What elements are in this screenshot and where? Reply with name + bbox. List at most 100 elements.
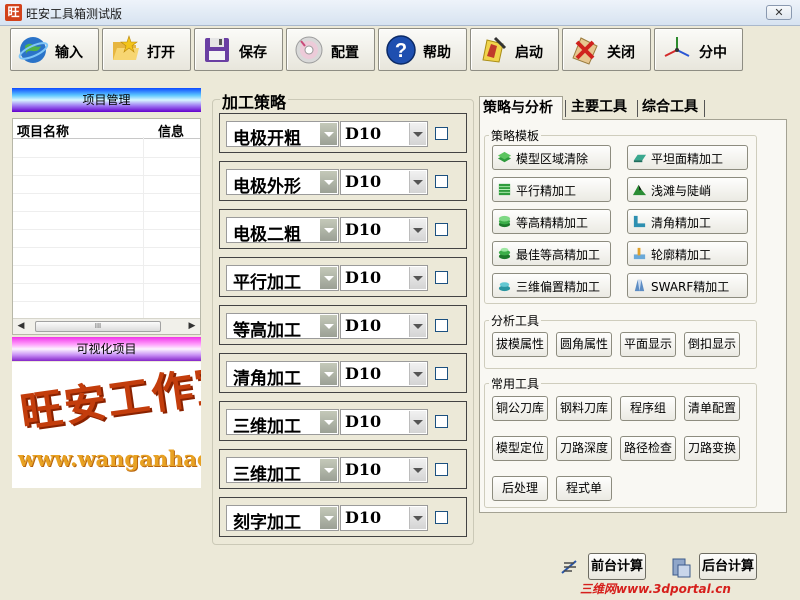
stop-button[interactable]: 关闭 xyxy=(562,28,651,71)
chevron-down-icon[interactable] xyxy=(409,267,426,289)
model-locate-button[interactable]: 模型定位 xyxy=(492,436,548,461)
scroll-left-icon[interactable]: ◀ xyxy=(14,320,28,333)
title-bar: 旺 旺安工具箱测试版 ✕ xyxy=(0,0,800,26)
config-button[interactable]: 配置 xyxy=(286,28,375,71)
tab-strategy-analysis[interactable]: 策略与分析 xyxy=(479,96,563,120)
copper-tool-library-button[interactable]: 铜公刀库 xyxy=(492,396,548,421)
save-button[interactable]: 保存 xyxy=(194,28,283,71)
chevron-down-icon[interactable] xyxy=(409,507,426,529)
template-offset-3d-button[interactable]: 三维偏置精加工 xyxy=(492,273,611,298)
chevron-down-icon[interactable] xyxy=(409,219,426,241)
operation-select[interactable]: 电极外形 xyxy=(226,169,339,197)
chevron-down-icon[interactable] xyxy=(320,507,337,529)
foreground-calc-button[interactable]: 前台计算 xyxy=(588,553,646,580)
template-corner-finish-button[interactable]: 清角精加工 xyxy=(627,209,748,234)
chevron-down-icon[interactable] xyxy=(409,411,426,433)
foreground-calc-icon xyxy=(561,560,577,574)
operation-select[interactable]: 三维加工 xyxy=(226,409,339,437)
center-button[interactable]: 分中 xyxy=(654,28,743,71)
program-sheet-button[interactable]: 程式单 xyxy=(556,476,612,501)
chevron-down-icon[interactable] xyxy=(320,459,337,481)
tool-select[interactable]: D10 xyxy=(340,457,428,483)
program-group-button[interactable]: 程序组 xyxy=(620,396,676,421)
steel-tool-library-button[interactable]: 钢料刀库 xyxy=(556,396,612,421)
scroll-right-icon[interactable]: ▶ xyxy=(185,320,199,333)
chevron-down-icon[interactable] xyxy=(409,459,426,481)
template-optimized-contour-button[interactable]: 最佳等高精加工 xyxy=(492,241,611,266)
background-calc-button[interactable]: 后台计算 xyxy=(699,553,757,580)
scroll-thumb[interactable]: III xyxy=(35,321,161,332)
fillet-property-button[interactable]: 圆角属性 xyxy=(556,332,612,357)
post-process-button[interactable]: 后处理 xyxy=(492,476,548,501)
toolpath-depth-button[interactable]: 刀路深度 xyxy=(556,436,612,461)
window-close-button[interactable]: ✕ xyxy=(766,5,792,20)
list-config-button[interactable]: 清单配置 xyxy=(684,396,740,421)
tool-select[interactable]: D10 xyxy=(340,169,428,195)
open-button[interactable]: 打开 xyxy=(102,28,191,71)
enable-checkbox[interactable] xyxy=(435,271,448,284)
operation-select[interactable]: 电极二粗 xyxy=(226,217,339,245)
path-check-button[interactable]: 路径检查 xyxy=(620,436,676,461)
plane-display-button[interactable]: 平面显示 xyxy=(620,332,676,357)
template-contour-finish-button[interactable]: 等高精精加工 xyxy=(492,209,611,234)
chevron-down-icon[interactable] xyxy=(320,411,337,433)
enable-checkbox[interactable] xyxy=(435,511,448,524)
operation-select[interactable]: 电极开粗 xyxy=(226,121,339,149)
horizontal-scrollbar[interactable]: ◀ III ▶ xyxy=(13,318,200,334)
operation-select[interactable]: 清角加工 xyxy=(226,361,339,389)
template-swarf-finish-button[interactable]: SWARF精加工 xyxy=(627,273,748,298)
tool-select[interactable]: D10 xyxy=(340,361,428,387)
chevron-down-icon[interactable] xyxy=(409,315,426,337)
project-panel-header: 项目管理 xyxy=(12,88,201,112)
svg-text:?: ? xyxy=(395,40,407,62)
chevron-down-icon[interactable] xyxy=(409,171,426,193)
tab-main-tools[interactable]: 主要工具 xyxy=(568,96,636,120)
chevron-down-icon[interactable] xyxy=(320,363,337,385)
operation-select[interactable]: 刻字加工 xyxy=(226,505,339,533)
row-divider xyxy=(13,301,200,302)
operation-select[interactable]: 等高加工 xyxy=(226,313,339,341)
enable-checkbox[interactable] xyxy=(435,463,448,476)
tool-select[interactable]: D10 xyxy=(340,313,428,339)
project-list[interactable]: 项目名称 信息 ◀ III ▶ xyxy=(12,118,201,335)
tool-select[interactable]: D10 xyxy=(340,409,428,435)
chevron-down-icon[interactable] xyxy=(320,315,337,337)
template-area-clear-button[interactable]: 模型区域清除 xyxy=(492,145,611,170)
template-shallow-steep-button[interactable]: 浅滩与陡峭 xyxy=(627,177,748,202)
shallow-steep-icon xyxy=(632,184,647,196)
strategy-row: 平行加工 D10 xyxy=(219,257,467,297)
help-button[interactable]: ? 帮助 xyxy=(378,28,467,71)
draft-property-button[interactable]: 拔模属性 xyxy=(492,332,548,357)
enable-checkbox[interactable] xyxy=(435,415,448,428)
template-parallel-finish-button[interactable]: 平行精加工 xyxy=(492,177,611,202)
enable-checkbox[interactable] xyxy=(435,223,448,236)
enable-checkbox[interactable] xyxy=(435,175,448,188)
enable-checkbox[interactable] xyxy=(435,127,448,140)
tab-general-tools[interactable]: 综合工具 xyxy=(639,96,705,120)
undercut-display-button[interactable]: 倒扣显示 xyxy=(684,332,740,357)
chevron-down-icon[interactable] xyxy=(409,123,426,145)
tab-separator xyxy=(565,100,566,117)
chevron-down-icon[interactable] xyxy=(320,171,337,193)
chevron-down-icon[interactable] xyxy=(320,123,337,145)
chevron-down-icon[interactable] xyxy=(409,363,426,385)
operation-select[interactable]: 三维加工 xyxy=(226,457,339,485)
enable-checkbox[interactable] xyxy=(435,319,448,332)
window-title: 旺安工具箱测试版 xyxy=(26,7,123,21)
template-label: 三维偏置精加工 xyxy=(516,280,601,294)
tool-select[interactable]: D10 xyxy=(340,505,428,531)
enable-checkbox[interactable] xyxy=(435,367,448,380)
start-tool-icon xyxy=(482,36,507,63)
chevron-down-icon[interactable] xyxy=(320,219,337,241)
operation-select[interactable]: 平行加工 xyxy=(226,265,339,293)
toolpath-transform-button[interactable]: 刀路变换 xyxy=(684,436,740,461)
chevron-down-icon[interactable] xyxy=(320,267,337,289)
template-flat-finish-button[interactable]: 平坦面精加工 xyxy=(627,145,748,170)
tool-select[interactable]: D10 xyxy=(340,121,428,147)
analysis-group-label: 分析工具 xyxy=(489,312,542,329)
start-button[interactable]: 启动 xyxy=(470,28,559,71)
input-button[interactable]: 输入 xyxy=(10,28,99,71)
tool-select[interactable]: D10 xyxy=(340,265,428,291)
tool-select[interactable]: D10 xyxy=(340,217,428,243)
template-profile-finish-button[interactable]: 轮廓精加工 xyxy=(627,241,748,266)
